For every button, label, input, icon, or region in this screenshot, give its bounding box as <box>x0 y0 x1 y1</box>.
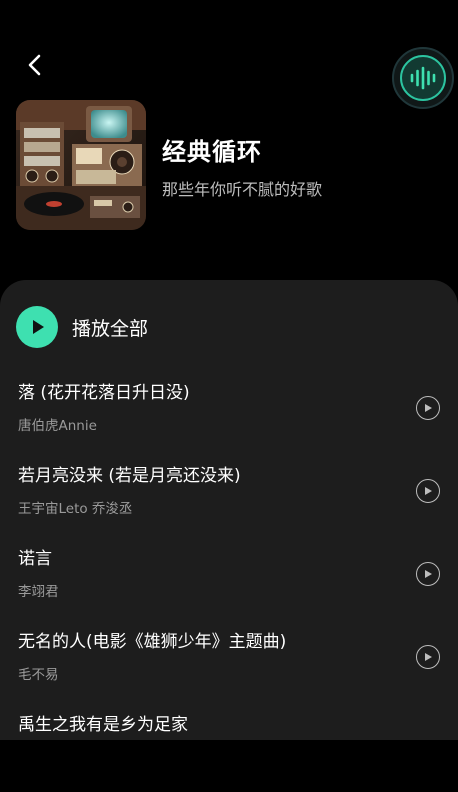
song-row[interactable]: 禹生之我有是乡为足家 <box>0 710 458 792</box>
play-all-label: 播放全部 <box>72 317 149 340</box>
back-button[interactable] <box>20 50 50 80</box>
song-list-panel: 播放全部 落 (花开花落日升日没) 唐伯虎Annie 若月亮没来 (若是月亮还没… <box>0 280 458 740</box>
now-playing-button[interactable] <box>392 47 454 109</box>
song-artist: 唐伯虎Annie <box>18 418 97 434</box>
playlist-cover <box>16 100 146 230</box>
song-title: 落 (花开花落日升日没) <box>18 383 190 403</box>
song-title: 诺言 <box>18 549 52 569</box>
chevron-left-icon <box>28 54 41 76</box>
song-artist: 毛不易 <box>18 667 59 683</box>
song-title: 无名的人(电影《雄狮少年》主题曲) <box>18 632 287 652</box>
retro-radio-cover-image <box>16 100 146 230</box>
song-artist: 王宇宙Leto 乔浚丞 <box>18 501 133 517</box>
play-circle-icon[interactable] <box>416 396 440 420</box>
song-row[interactable]: 无名的人(电影《雄狮少年》主题曲) 毛不易 <box>0 627 458 709</box>
play-all-button[interactable]: 播放全部 <box>16 306 148 348</box>
play-circle-icon[interactable] <box>416 479 440 503</box>
sound-wave-icon <box>410 66 436 90</box>
play-circle-icon[interactable] <box>416 562 440 586</box>
play-icon <box>16 306 58 348</box>
playlist-subtitle: 那些年你听不腻的好歌 <box>162 180 323 199</box>
song-row[interactable]: 诺言 李翊君 <box>0 544 458 626</box>
playlist-title: 经典循环 <box>162 138 262 166</box>
song-artist: 李翊君 <box>18 584 59 600</box>
play-circle-icon[interactable] <box>416 645 440 669</box>
song-title: 禹生之我有是乡为足家 <box>18 715 188 735</box>
song-title: 若月亮没来 (若是月亮还没来) <box>18 466 241 486</box>
song-row[interactable]: 落 (花开花落日升日没) 唐伯虎Annie <box>0 378 458 460</box>
song-row[interactable]: 若月亮没来 (若是月亮还没来) 王宇宙Leto 乔浚丞 <box>0 461 458 543</box>
